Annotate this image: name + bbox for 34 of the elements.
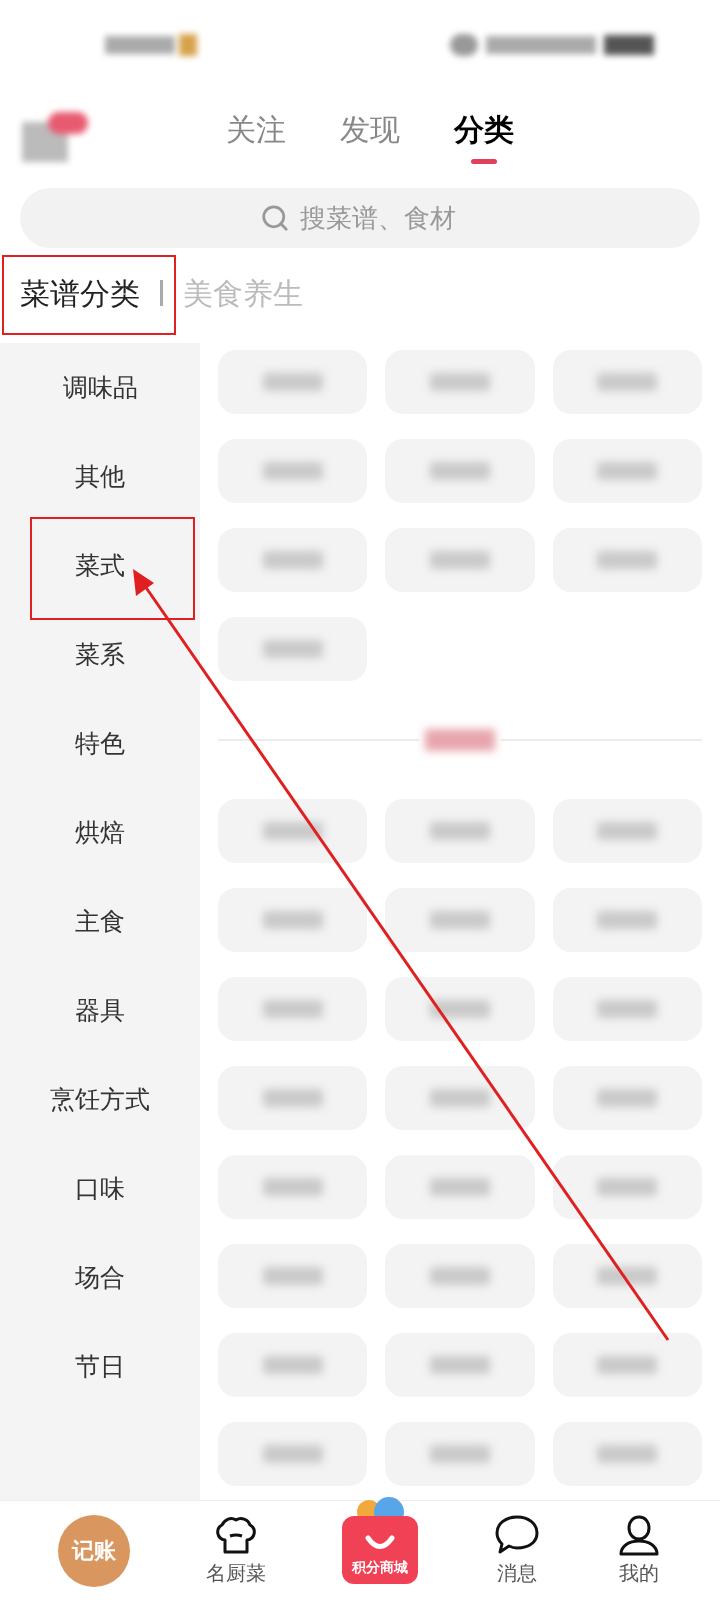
status-time — [105, 36, 175, 54]
sidebar-item[interactable]: 菜式 — [0, 521, 200, 610]
smile-icon — [365, 1534, 395, 1551]
sidebar-item[interactable]: 烹饪方式 — [0, 1055, 200, 1144]
top-tab[interactable]: 分类 — [452, 99, 516, 166]
category-chip[interactable] — [218, 799, 368, 863]
sidebar-item[interactable]: 其他 — [0, 432, 200, 521]
nav-tab[interactable]: 我的 — [616, 1513, 662, 1588]
search-field[interactable]: 搜菜谱、食材 — [20, 188, 700, 248]
sidebar-item[interactable]: 主食 — [0, 877, 200, 966]
battery-icon — [604, 35, 654, 55]
nav-tab[interactable]: 名厨菜 — [206, 1513, 266, 1588]
category-chip[interactable] — [552, 1244, 702, 1308]
sidebar-item[interactable]: 调味品 — [0, 343, 200, 432]
sidebar-item[interactable]: 节日 — [0, 1322, 200, 1411]
sidebar-item[interactable]: 烘焙 — [0, 788, 200, 877]
search-icon — [260, 203, 290, 233]
sidebar-item[interactable]: 菜系 — [0, 610, 200, 699]
top-tab[interactable]: 发现 — [338, 99, 402, 166]
section-title — [425, 729, 495, 751]
top-tab[interactable]: 关注 — [224, 99, 288, 166]
sidebar-item[interactable]: 口味 — [0, 1144, 200, 1233]
sidebar-item[interactable]: 特色 — [0, 699, 200, 788]
category-chip[interactable] — [385, 1066, 535, 1130]
chat-bubble-icon — [494, 1513, 540, 1556]
signal-icon — [486, 36, 596, 54]
sidebar-item[interactable]: 器具 — [0, 966, 200, 1055]
category-chip[interactable] — [385, 977, 535, 1041]
sub-tab[interactable]: 菜谱分类 — [20, 270, 140, 316]
avatar-icon[interactable] — [22, 112, 90, 162]
shop-button[interactable]: 积分商城 — [342, 1515, 418, 1584]
sidebar-item[interactable]: 场合 — [0, 1233, 200, 1322]
nav-tab[interactable]: 消息 — [494, 1513, 540, 1588]
category-chip[interactable] — [552, 1155, 702, 1219]
